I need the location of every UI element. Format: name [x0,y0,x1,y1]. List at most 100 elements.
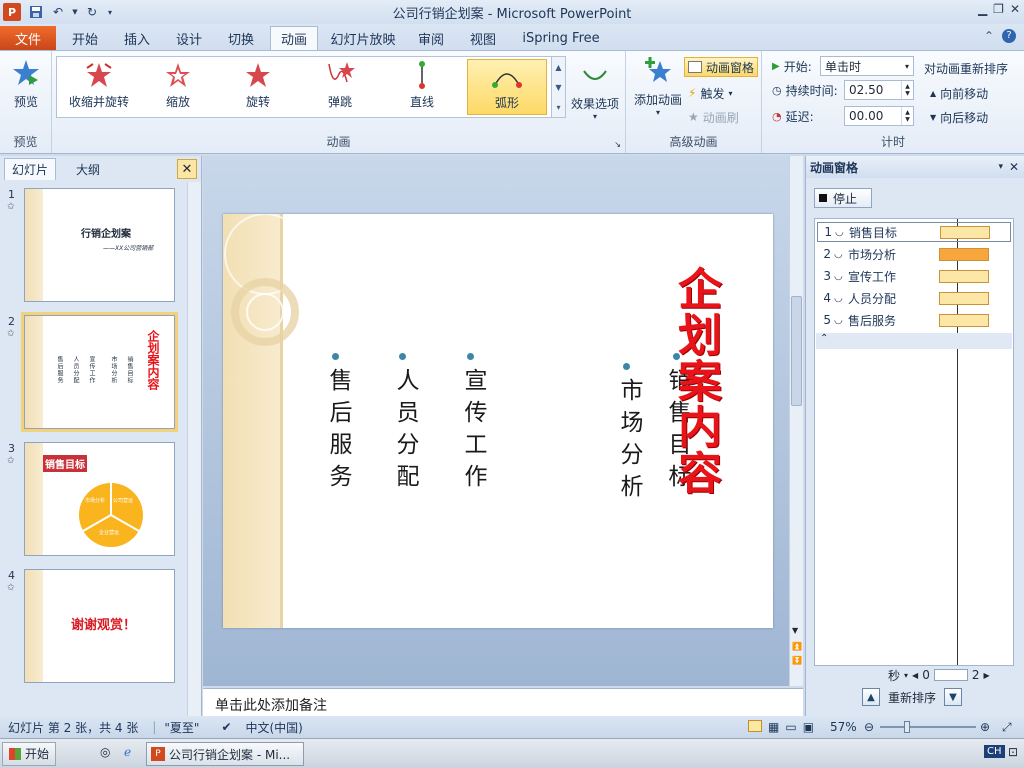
scroll-thumb[interactable] [791,296,802,406]
preview-button[interactable]: 预览 [4,57,48,110]
taskbar-task-powerpoint[interactable]: P 公司行销企划案 - Mi... [146,742,304,766]
slide-sorter-icon[interactable]: ▦ [768,720,779,734]
move-later-button[interactable]: ▼ 向后移动 [930,107,988,127]
time-unit[interactable]: 秒 [888,667,900,684]
collapse-contents-icon[interactable]: ⌃ [816,333,1012,349]
move-down-icon[interactable]: ▼ [944,688,963,706]
restore-icon[interactable]: ❐ [993,2,1004,16]
powerpoint-app-icon[interactable]: P [3,3,21,21]
delay-input[interactable]: 00.00 ▲ ▼ [844,106,914,126]
animation-item-3[interactable]: 3 ◡ 宣传工作 [817,266,1011,286]
spellcheck-icon[interactable]: ✔ [221,720,231,734]
minimize-icon[interactable]: ▁ [978,2,987,16]
tab-file[interactable]: 文件 [0,26,56,50]
duration-input[interactable]: 02.50 ▲ ▼ [844,80,914,100]
content-column-after-sales[interactable]: 售后服务 [321,368,355,496]
tab-transitions[interactable]: 切换 [218,26,264,50]
trigger-button[interactable]: ⚡ 触发 ▾ [688,83,732,103]
zoom-thumb[interactable] [904,721,910,733]
slideshow-icon[interactable]: ▣ [803,720,814,734]
duration-spinner[interactable]: ▲ ▼ [901,81,913,99]
timing-bar[interactable] [939,269,989,283]
scroll-left-icon[interactable]: ◀ [912,671,918,680]
gallery-scroll[interactable]: ▲ ▼ ▾ [551,57,565,117]
slide-title[interactable]: 企划案内容 [663,266,727,496]
tab-animations[interactable]: 动画 [270,26,318,50]
anim-spin[interactable]: 旋转 [223,59,293,115]
anim-zoom[interactable]: 缩放 [143,59,213,115]
save-icon[interactable] [27,3,45,21]
tab-slideshow[interactable]: 幻灯片放映 [324,26,402,50]
content-column-staffing[interactable]: 人员分配 [388,368,422,496]
tray-icon[interactable]: ⊡ [1008,745,1018,759]
zoom-slider[interactable] [880,721,976,733]
tab-design[interactable]: 设计 [166,26,212,50]
anim-arc[interactable]: 弧形 [467,59,547,115]
browser-icon[interactable]: ℯ [124,745,131,759]
timing-bar[interactable] [939,247,989,261]
start-button[interactable]: 开始 [2,741,57,766]
ime-indicator[interactable]: CH [984,745,1005,758]
previous-slide-icon[interactable]: ⏫ [792,642,802,651]
collapse-ribbon-icon[interactable]: ⌃ [984,29,994,43]
tab-view[interactable]: 视图 [460,26,506,50]
dialog-launcher-icon[interactable]: ↘ [614,140,621,149]
animation-pane-button[interactable]: 动画窗格 [684,57,759,77]
notes-area[interactable]: 单击此处添加备注 [203,688,803,716]
scroll-right-icon[interactable]: ▶ [983,671,989,680]
anim-line[interactable]: 直线 [387,59,457,115]
quicklaunch-icon[interactable]: ◎ [100,745,110,759]
language[interactable]: 中文(中国) [246,719,303,736]
zoom-in-icon[interactable]: ⊕ [980,720,990,734]
pane-menu-icon[interactable]: ▾ [998,162,1003,172]
timing-bar[interactable] [939,291,989,305]
slides-scrollbar[interactable] [187,182,201,716]
scroll-down-icon[interactable]: ▼ [792,626,798,635]
fit-to-window-icon[interactable]: ⤢ [1002,720,1012,735]
content-column-market-analysis[interactable]: 市场分析 [612,378,646,506]
help-icon[interactable]: ? [1002,29,1016,43]
animation-item-5[interactable]: 5 ◡ 售后服务 [817,310,1011,330]
theme-name[interactable]: "夏至" [164,719,199,736]
animation-item-2[interactable]: 2 ◡ 市场分析 [817,244,1011,264]
tab-insert[interactable]: 插入 [114,26,160,50]
tab-outline[interactable]: 大纲 [60,158,116,180]
next-slide-icon[interactable]: ⏬ [792,656,802,665]
effect-options-label: 效果选项 [570,97,619,111]
reading-view-icon[interactable]: ▭ [785,720,796,734]
current-slide[interactable]: 售后服务 人员分配 宣传工作 市场分析 销售目标 企划案内容 [223,214,773,628]
tab-ispring[interactable]: iSpring Free [514,26,608,50]
trigger-label: 触发 [700,86,725,101]
animation-painter-button[interactable]: ★ 动画刷 [688,107,739,127]
stop-button[interactable]: 停止 [814,188,872,208]
chevron-down-icon[interactable]: ▾ [904,671,908,680]
redo-icon[interactable]: ↻ [83,3,101,21]
undo-dropdown-icon[interactable]: ▼ [71,3,79,21]
move-earlier-button[interactable]: ▲ 向前移动 [930,83,988,103]
add-animation-button[interactable]: 添加动画 ▾ [630,55,686,117]
animation-item-1[interactable]: 1 ◡ 销售目标 [817,222,1011,242]
content-column-promotion[interactable]: 宣传工作 [456,368,490,496]
timing-bar[interactable] [939,313,989,327]
anim-bounce[interactable]: 弹跳 [305,59,375,115]
anim-shrink-turn[interactable]: 收缩并旋转 [61,59,137,115]
start-select[interactable]: 单击时 ▾ [820,56,914,76]
timeline-scroll[interactable] [933,669,968,681]
close-panel-icon[interactable]: ✕ [177,159,197,179]
move-up-icon[interactable]: ▲ [862,688,880,706]
normal-view-icon[interactable] [748,720,762,732]
close-icon[interactable]: ✕ [1009,160,1019,174]
undo-icon[interactable]: ↶ [49,3,67,21]
tab-review[interactable]: 审阅 [408,26,454,50]
customize-qat-icon[interactable]: ▾ [105,3,115,21]
animation-item-4[interactable]: 4 ◡ 人员分配 [817,288,1011,308]
zoom-level[interactable]: 57% [830,720,857,734]
close-icon[interactable]: ✕ [1010,2,1020,16]
delay-spinner[interactable]: ▲ ▼ [901,107,913,125]
zoom-out-icon[interactable]: ⊖ [864,720,874,734]
tab-home[interactable]: 开始 [62,26,108,50]
tab-slides[interactable]: 幻灯片 [4,158,56,180]
editor-scrollbar[interactable]: ▼ ⏫ ⏬ [789,156,803,686]
timing-bar[interactable] [940,225,990,239]
effect-options-button[interactable]: 效果选项 ▾ [566,59,624,121]
